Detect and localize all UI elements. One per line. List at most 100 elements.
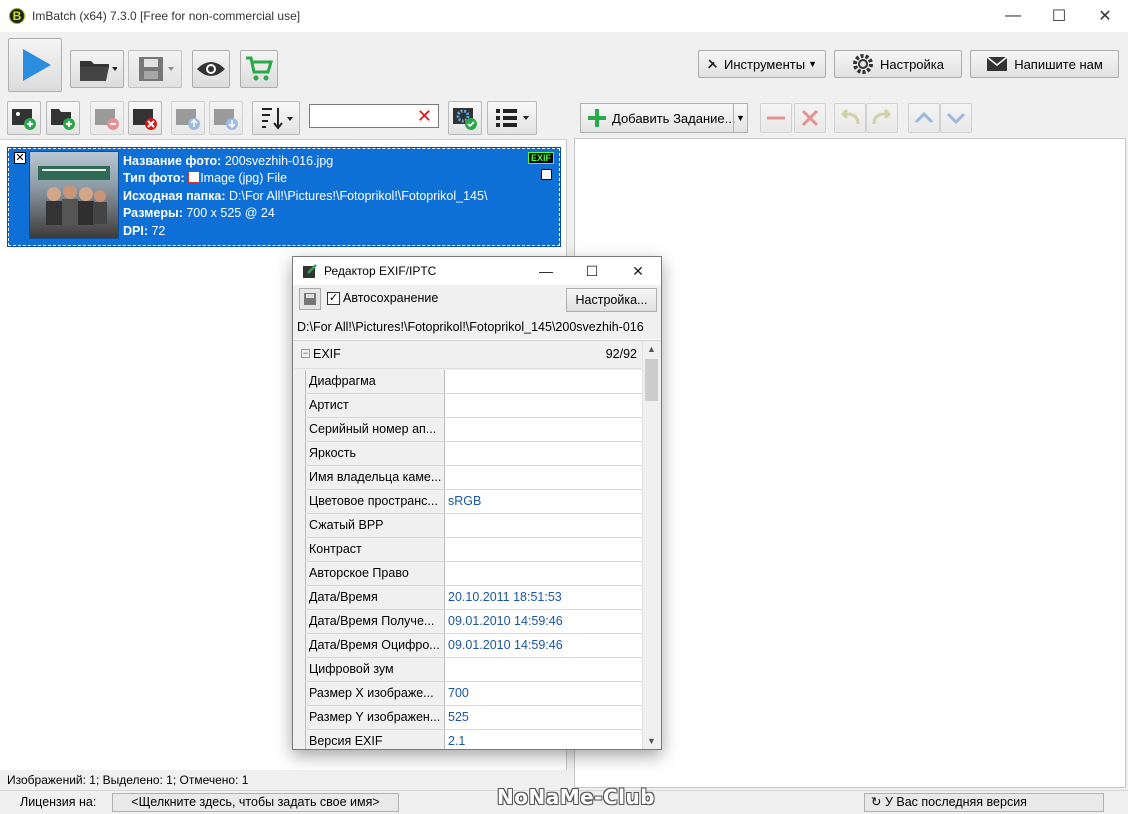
dialog-minimize-button[interactable]: — bbox=[523, 257, 569, 285]
folder-label: Исходная папка: bbox=[123, 188, 226, 203]
remove-image-button[interactable] bbox=[90, 101, 124, 135]
exif-group-header[interactable]: − EXIF 92/92 bbox=[295, 341, 641, 369]
item-checkbox[interactable]: ✕ bbox=[14, 152, 26, 164]
exif-row[interactable]: Имя владельца каме... bbox=[305, 466, 642, 490]
play-icon bbox=[23, 49, 51, 81]
exif-editor-icon bbox=[303, 264, 317, 278]
license-label: Лицензия на: bbox=[20, 795, 97, 809]
license-name-field[interactable]: <Щелкните здесь, чтобы задать свое имя> bbox=[112, 793, 399, 812]
exif-value[interactable]: 700 bbox=[445, 682, 642, 705]
task-up-button[interactable] bbox=[908, 103, 940, 133]
exif-value[interactable]: sRGB bbox=[445, 490, 642, 513]
add-folder-button[interactable] bbox=[46, 101, 80, 135]
exif-editor-dialog: Редактор EXIF/IPTC — ☐ ✕ ✓ Автосохранени… bbox=[292, 256, 662, 750]
autosave-label: Автосохранение bbox=[343, 291, 439, 305]
save-button[interactable] bbox=[128, 50, 182, 88]
settings-button[interactable]: Настройка bbox=[834, 50, 962, 78]
buy-button[interactable] bbox=[240, 50, 278, 88]
minus-icon bbox=[767, 116, 785, 120]
contact-button[interactable]: Напишите нам bbox=[970, 50, 1119, 78]
exif-row[interactable]: Серийный номер ап... bbox=[305, 418, 642, 442]
move-down-image-button[interactable] bbox=[209, 101, 243, 135]
exif-value[interactable] bbox=[445, 418, 642, 441]
flag-icon bbox=[541, 169, 552, 180]
exif-key: Размер X изображе... bbox=[305, 682, 445, 705]
exif-value[interactable] bbox=[445, 514, 642, 537]
tools-label: Инструменты bbox=[724, 56, 806, 72]
dialog-settings-button[interactable]: Настройка... bbox=[566, 288, 657, 312]
exif-row[interactable]: Цифровой зум bbox=[305, 658, 642, 682]
view-mode-button[interactable] bbox=[487, 101, 537, 135]
chevron-down-icon[interactable]: ▼ bbox=[733, 104, 747, 132]
exif-row[interactable]: Яркость bbox=[305, 442, 642, 466]
open-button[interactable] bbox=[70, 50, 124, 88]
status-bar: Лицензия на: <Щелкните здесь, чтобы зада… bbox=[0, 785, 1128, 814]
preview-button[interactable] bbox=[192, 50, 230, 88]
dpi-label: DPI: bbox=[123, 223, 148, 238]
type-label: Тип фото: bbox=[123, 171, 185, 186]
exif-row[interactable]: Дата/Время Оцифро... 09.01.2010 14:59:46 bbox=[305, 634, 642, 658]
exif-row[interactable]: Авторское Право bbox=[305, 562, 642, 586]
exif-value[interactable]: 09.01.2010 14:59:46 bbox=[445, 634, 642, 657]
move-up-image-button[interactable] bbox=[171, 101, 205, 135]
autosave-checkbox[interactable]: ✓ Автосохранение bbox=[327, 291, 438, 305]
exif-row[interactable]: Артист bbox=[305, 394, 642, 418]
exif-value[interactable]: 09.01.2010 14:59:46 bbox=[445, 610, 642, 633]
dialog-save-button[interactable] bbox=[299, 288, 321, 310]
exif-key: Яркость bbox=[305, 442, 445, 465]
dialog-maximize-button[interactable]: ☐ bbox=[569, 257, 615, 285]
task-toolbar: Добавить Задание... ▼ bbox=[568, 96, 1128, 140]
exif-row[interactable]: Размер X изображе... 700 bbox=[305, 682, 642, 706]
add-image-button[interactable] bbox=[7, 101, 41, 135]
add-task-button[interactable]: Добавить Задание... ▼ bbox=[580, 103, 748, 133]
exif-value[interactable]: 2.1 bbox=[445, 730, 642, 749]
add-image-icon bbox=[12, 109, 36, 130]
dialog-close-button[interactable]: ✕ bbox=[615, 257, 661, 285]
scroll-down-icon[interactable]: ▼ bbox=[643, 733, 660, 749]
clear-search-icon[interactable]: ✕ bbox=[417, 106, 432, 127]
exif-value[interactable] bbox=[445, 562, 642, 585]
maximize-button[interactable]: ☐ bbox=[1036, 0, 1082, 32]
remove-task-button[interactable] bbox=[760, 103, 792, 133]
exif-value[interactable] bbox=[445, 370, 642, 393]
exif-row[interactable]: Цветовое пространс... sRGB bbox=[305, 490, 642, 514]
scroll-up-icon[interactable]: ▲ bbox=[643, 341, 660, 358]
vertical-scrollbar[interactable]: ▲ ▼ bbox=[642, 341, 659, 749]
close-button[interactable]: ✕ bbox=[1082, 0, 1128, 32]
delete-image-button[interactable] bbox=[128, 101, 162, 135]
exif-value[interactable] bbox=[445, 394, 642, 417]
exif-value[interactable] bbox=[445, 466, 642, 489]
minimize-button[interactable]: — bbox=[990, 0, 1036, 32]
chevron-down-icon: ▼ bbox=[808, 59, 817, 69]
exif-value[interactable] bbox=[445, 658, 642, 681]
type-value: Image (jpg) File bbox=[200, 171, 288, 186]
exif-row[interactable]: Диафрагма bbox=[305, 370, 642, 394]
search-input[interactable]: ✕ bbox=[309, 104, 439, 128]
file-path: D:\For All!\Pictures!\Fotoprikol!\Fotopr… bbox=[293, 315, 661, 339]
undo-button[interactable] bbox=[834, 103, 866, 133]
envelope-icon bbox=[986, 56, 1008, 71]
exif-row[interactable]: Сжатый BPP bbox=[305, 514, 642, 538]
redo-button[interactable] bbox=[866, 103, 898, 133]
exif-value[interactable]: 20.10.2011 18:51:53 bbox=[445, 586, 642, 609]
exif-value[interactable] bbox=[445, 538, 642, 561]
task-down-button[interactable] bbox=[940, 103, 972, 133]
image-list-item[interactable]: ✕ Название фото: 200svezhih-016.jpg Тип … bbox=[7, 147, 561, 247]
tools-menu-button[interactable]: Инструменты ▼ bbox=[698, 50, 826, 78]
check-settings-button[interactable] bbox=[448, 101, 482, 135]
exif-row[interactable]: Дата/Время 20.10.2011 18:51:53 bbox=[305, 586, 642, 610]
exif-property-grid: − EXIF 92/92 Диафрагма Артист Серийный ном… bbox=[293, 340, 661, 749]
version-status[interactable]: ↻ У Вас последняя версия bbox=[864, 793, 1104, 812]
exif-row[interactable]: Версия EXIF 2.1 bbox=[305, 730, 642, 749]
exif-row[interactable]: Дата/Время Получе... 09.01.2010 14:59:46 bbox=[305, 610, 642, 634]
clear-tasks-button[interactable] bbox=[794, 103, 826, 133]
exif-value[interactable] bbox=[445, 442, 642, 465]
scroll-thumb[interactable] bbox=[645, 359, 658, 401]
run-button[interactable] bbox=[8, 38, 62, 92]
exif-row[interactable]: Контраст bbox=[305, 538, 642, 562]
contact-label: Напишите нам bbox=[1014, 56, 1103, 72]
collapse-icon[interactable]: − bbox=[301, 349, 310, 358]
sort-button[interactable] bbox=[252, 101, 300, 135]
exif-row[interactable]: Размер Y изображен... 525 bbox=[305, 706, 642, 730]
exif-value[interactable]: 525 bbox=[445, 706, 642, 729]
